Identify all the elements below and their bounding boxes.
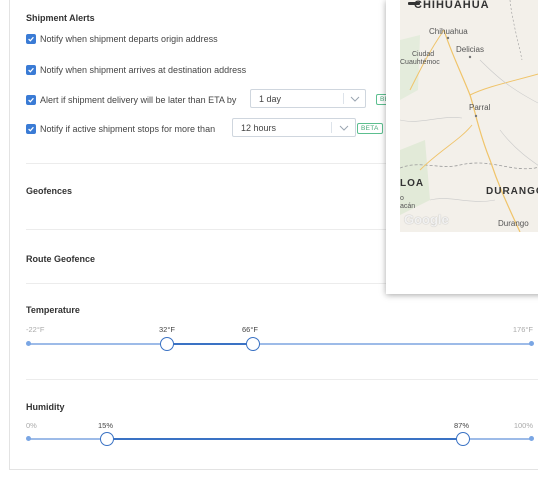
map-label-sinaloa: LOA — [400, 178, 425, 189]
map-label-ciudad: Ciudad — [412, 51, 435, 58]
checkbox-checked-icon[interactable] — [26, 34, 36, 44]
checkbox-checked-icon[interactable] — [26, 65, 36, 75]
map-terrain — [400, 0, 538, 232]
temperature-max-label: 176°F — [512, 325, 533, 334]
temperature-high-handle[interactable] — [246, 337, 260, 351]
humidity-high-handle[interactable] — [456, 432, 470, 446]
humidity-max-label: 100% — [513, 421, 533, 430]
temperature-range-fill — [167, 343, 251, 345]
divider — [26, 379, 538, 380]
google-logo: Google — [404, 212, 449, 227]
map-label-acan: acán — [400, 203, 416, 210]
temperature-low-label: 32°F — [159, 325, 175, 334]
select-divider — [343, 93, 344, 104]
checkbox-checked-icon[interactable] — [26, 95, 36, 105]
humidity-low-handle[interactable] — [100, 432, 114, 446]
alert-eta-row[interactable]: Alert if shipment delivery will be later… — [26, 95, 236, 105]
map-label-cuauhtemoc: Cuauhtémoc — [400, 59, 440, 66]
temperature-track[interactable] — [29, 343, 532, 345]
humidity-min-dot — [26, 436, 31, 441]
stop-duration-value: 12 hours — [241, 122, 277, 133]
map-popup: CHIHUAHUA Chihuahua Delicias Ciudad Cuau… — [386, 0, 538, 294]
humidity-high-label: 87% — [454, 421, 470, 430]
stop-duration-label: Notify if active shipment stops for more… — [40, 124, 216, 134]
humidity-low-label: 15% — [98, 421, 114, 430]
temperature-min-dot — [26, 341, 31, 346]
temperature-max-dot — [529, 341, 534, 346]
humidity-title: Humidity — [26, 402, 65, 412]
zoom-out-icon[interactable] — [408, 2, 420, 5]
geofences-title[interactable]: Geofences — [26, 186, 72, 196]
humidity-range-fill — [106, 438, 462, 440]
temperature-high-label: 66°F — [242, 325, 258, 334]
temperature-low-handle[interactable] — [160, 337, 174, 351]
temperature-min-label: -22°F — [26, 325, 45, 334]
humidity-min-label: 0% — [26, 421, 37, 430]
map-label-delicias: Delicias — [456, 45, 485, 54]
eta-delay-select[interactable]: 1 day — [250, 89, 366, 108]
stop-duration-select[interactable]: 12 hours — [232, 118, 356, 137]
checkbox-checked-icon[interactable] — [26, 124, 36, 134]
notify-arrives-label: Notify when shipment arrives at destinat… — [40, 65, 247, 75]
map-label-durango-state: DURANGO — [486, 186, 538, 197]
notify-departs-row[interactable]: Notify when shipment departs origin addr… — [26, 34, 218, 44]
map-label-chihuahua-state: CHIHUAHUA — [414, 0, 490, 11]
beta-badge: BETA — [357, 123, 383, 134]
eta-delay-value: 1 day — [259, 93, 282, 104]
temperature-title: Temperature — [26, 305, 80, 315]
map-label-parral: Parral — [469, 103, 491, 112]
map-label-durango-city: Durango — [498, 219, 529, 228]
stop-duration-row[interactable]: Notify if active shipment stops for more… — [26, 124, 215, 134]
notify-departs-label: Notify when shipment departs origin addr… — [40, 34, 218, 44]
route-geofence-title[interactable]: Route Geofence — [26, 254, 95, 264]
notify-arrives-row[interactable]: Notify when shipment arrives at destinat… — [26, 65, 246, 75]
map-label-o: o — [400, 195, 404, 202]
map-label-chihuahua-city: Chihuahua — [429, 27, 468, 36]
humidity-max-dot — [529, 436, 534, 441]
chevron-down-icon — [339, 125, 349, 131]
map-view[interactable]: CHIHUAHUA Chihuahua Delicias Ciudad Cuau… — [400, 0, 538, 232]
chevron-down-icon — [350, 96, 360, 102]
alert-eta-label: Alert if shipment delivery will be later… — [40, 95, 237, 105]
shipment-alerts-title: Shipment Alerts — [26, 13, 95, 23]
select-divider — [331, 122, 332, 133]
